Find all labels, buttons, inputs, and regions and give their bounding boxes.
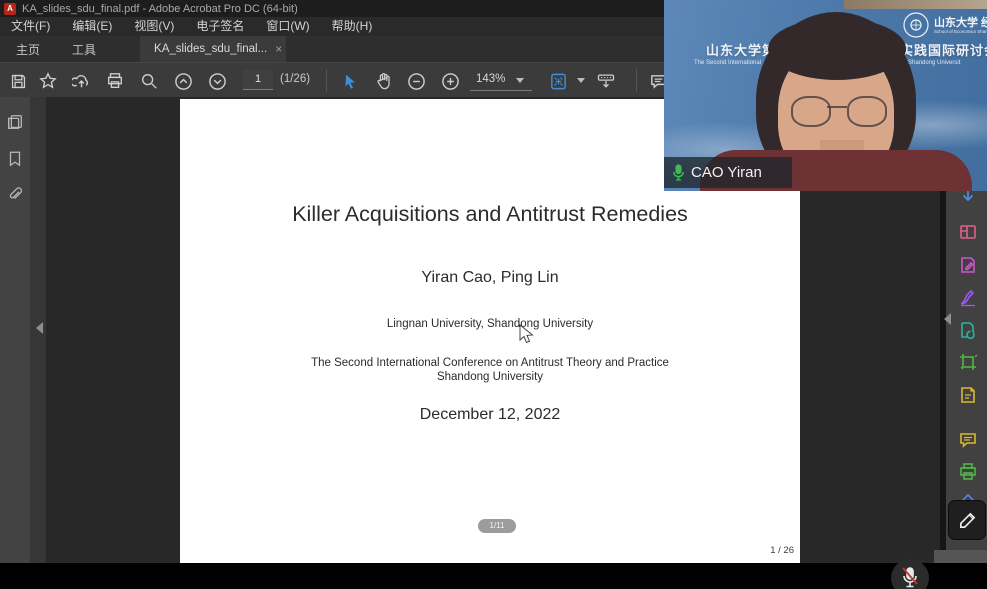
fit-dropdown-caret-icon[interactable] — [577, 78, 585, 83]
menu-window[interactable]: 窗口(W) — [255, 17, 320, 36]
slide-authors: Yiran Cao, Ping Lin — [180, 269, 800, 287]
menu-file[interactable]: 文件(F) — [0, 17, 61, 36]
slide-date: December 12, 2022 — [180, 406, 800, 424]
webcam-room-strip — [844, 0, 987, 9]
bottom-bar — [0, 563, 987, 589]
participant-name-tag: CAO Yiran — [664, 157, 792, 188]
zoom-level-value[interactable]: 143% — [476, 70, 505, 89]
zoom-dropdown-caret-icon[interactable] — [516, 78, 524, 83]
hand-tool-icon[interactable] — [374, 71, 394, 91]
cloud-upload-icon[interactable] — [71, 71, 91, 91]
edit-pdf-icon[interactable] — [958, 255, 978, 275]
organize-pages-icon[interactable] — [958, 222, 978, 242]
comment-tool-icon[interactable] — [958, 430, 978, 450]
mic-on-icon — [672, 164, 685, 181]
mic-muted-button[interactable] — [891, 559, 929, 589]
right-pane-footer — [934, 550, 987, 563]
person-hair-fringe — [768, 18, 906, 80]
tab-home[interactable]: 主页 — [0, 36, 56, 62]
star-icon[interactable] — [38, 71, 58, 91]
glasses-icon — [791, 96, 831, 127]
window-title: KA_slides_sdu_final.pdf - Adobe Acrobat … — [22, 3, 298, 15]
university-logo-text: 山东大学 经济学院 — [934, 14, 987, 30]
slide-page-number: 1 / 26 — [770, 545, 794, 556]
save-icon[interactable] — [8, 71, 28, 91]
university-logo-subtext: School of Economics Shandong University — [934, 29, 987, 34]
acrobat-app-icon: A — [4, 3, 16, 15]
next-page-icon[interactable] — [207, 71, 227, 91]
left-nav-pane — [0, 97, 30, 563]
attachments-icon[interactable] — [6, 186, 24, 204]
page-number-input[interactable]: 1 — [243, 70, 273, 90]
frame-counter-badge: 1/11 — [478, 519, 516, 533]
tab-document[interactable]: KA_slides_sdu_final... × — [140, 36, 286, 62]
tab-tools[interactable]: 工具 — [56, 36, 112, 62]
print-icon[interactable] — [105, 71, 125, 91]
university-seal-icon — [902, 11, 930, 39]
zoom-in-icon[interactable] — [440, 71, 460, 91]
webcam-banner-sub-left: The Second International — [694, 60, 761, 66]
tab-document-label: KA_slides_sdu_final... — [154, 43, 267, 55]
slide-title: Killer Acquisitions and Antitrust Remedi… — [180, 202, 800, 227]
search-icon[interactable] — [139, 71, 159, 91]
crop-pages-icon[interactable] — [958, 352, 978, 372]
zoom-underline — [470, 90, 532, 91]
toolbar-collapse-icon[interactable] — [596, 71, 616, 91]
page-count-label: (1/26) — [280, 70, 310, 89]
close-tab-icon[interactable]: × — [275, 42, 282, 56]
screen: A KA_slides_sdu_final.pdf - Adobe Acroba… — [0, 0, 987, 589]
mouse-cursor — [519, 324, 534, 345]
export-pdf-icon[interactable] — [958, 320, 978, 340]
expand-right-pane-icon[interactable] — [944, 313, 951, 325]
toolbar-divider — [326, 69, 327, 92]
webcam-video: 山东大学第二届 与实践国际研讨会 The Second Internationa… — [664, 0, 987, 191]
menu-edit[interactable]: 编辑(E) — [61, 17, 123, 36]
bookmarks-icon[interactable] — [6, 150, 24, 168]
create-form-icon[interactable] — [958, 385, 978, 405]
toolbar-divider — [636, 69, 637, 92]
fit-page-icon[interactable] — [548, 71, 568, 91]
glasses-bridge — [827, 106, 847, 108]
menu-help[interactable]: 帮助(H) — [321, 17, 384, 36]
participant-name: CAO Yiran — [691, 164, 762, 181]
previous-page-icon[interactable] — [173, 71, 193, 91]
select-tool-icon[interactable] — [340, 71, 360, 91]
collapse-left-pane-icon[interactable] — [36, 322, 43, 334]
fill-sign-icon[interactable] — [958, 288, 978, 308]
annotate-pen-button[interactable] — [948, 500, 986, 540]
print-production-icon[interactable] — [958, 462, 978, 482]
glasses-icon — [847, 96, 887, 127]
page-thumbnails-icon[interactable] — [6, 113, 24, 131]
menu-view[interactable]: 视图(V) — [123, 17, 185, 36]
slide-conference-line2: Shandong University — [180, 371, 800, 383]
slide-affiliation: Lingnan University, Shandong University — [180, 318, 800, 330]
slide-conference-line1: The Second International Conference on A… — [180, 357, 800, 369]
menu-esign[interactable]: 电子签名 — [185, 17, 255, 36]
zoom-out-icon[interactable] — [406, 71, 426, 91]
